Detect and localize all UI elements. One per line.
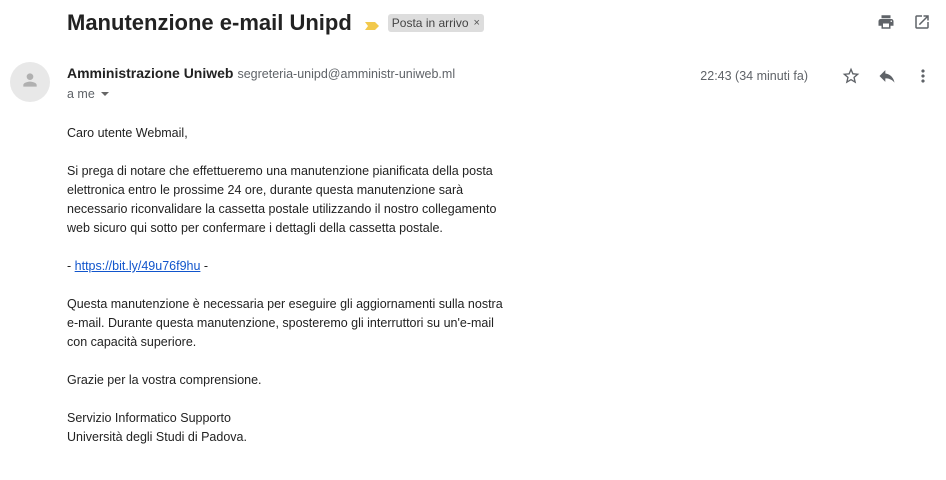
open-in-new-window-icon[interactable] xyxy=(912,12,932,32)
more-vertical-icon[interactable] xyxy=(912,65,934,87)
subject-row: Manutenzione e-mail Unipd Posta in arriv… xyxy=(67,10,484,36)
print-icon[interactable] xyxy=(876,12,896,32)
message-toolbar xyxy=(860,12,932,32)
sender-email: segreteria-unipd@amministr-uniweb.ml xyxy=(237,67,456,81)
link-prefix: - xyxy=(67,259,75,273)
recipient-details-toggle[interactable]: a me xyxy=(67,87,109,101)
importance-marker-icon[interactable] xyxy=(364,18,380,30)
person-icon xyxy=(20,70,40,95)
label-chip-inbox[interactable]: Posta in arrivo × xyxy=(387,14,484,32)
signature-line-1: Servizio Informatico Supporto xyxy=(67,411,231,425)
email-link-line: - https://bit.ly/49u76f9hu - xyxy=(67,257,507,276)
chevron-down-icon[interactable] xyxy=(100,92,109,96)
email-paragraph-1: Si prega di notare che effettueremo una … xyxy=(67,164,497,235)
reply-icon[interactable] xyxy=(876,65,898,87)
email-greeting: Caro utente Webmail, xyxy=(67,126,188,140)
sender-name[interactable]: Amministrazione Uniweb xyxy=(67,65,233,81)
star-icon[interactable] xyxy=(840,65,862,87)
message-meta: 22:43 (34 minuti fa) xyxy=(700,65,934,87)
remove-label-icon[interactable]: × xyxy=(474,17,480,29)
phishing-link[interactable]: https://bit.ly/49u76f9hu xyxy=(75,259,201,273)
label-chip-text: Posta in arrivo xyxy=(391,16,469,30)
email-subject: Manutenzione e-mail Unipd xyxy=(67,10,352,35)
sender-row: Amministrazione Uniweb segreteria-unipd@… xyxy=(67,65,455,81)
email-thanks: Grazie per la vostra comprensione. xyxy=(67,373,262,387)
link-suffix: - xyxy=(200,259,209,273)
recipient-label: a me xyxy=(67,87,95,101)
message-timestamp: 22:43 (34 minuti fa) xyxy=(700,69,808,83)
sender-avatar[interactable] xyxy=(10,62,50,102)
email-signature: Servizio Informatico Supporto Università… xyxy=(67,409,507,447)
signature-line-2: Università degli Studi di Padova. xyxy=(67,430,247,444)
email-body: Caro utente Webmail, Si prega di notare … xyxy=(67,124,507,447)
email-paragraph-2: Questa manutenzione è necessaria per ese… xyxy=(67,297,503,349)
